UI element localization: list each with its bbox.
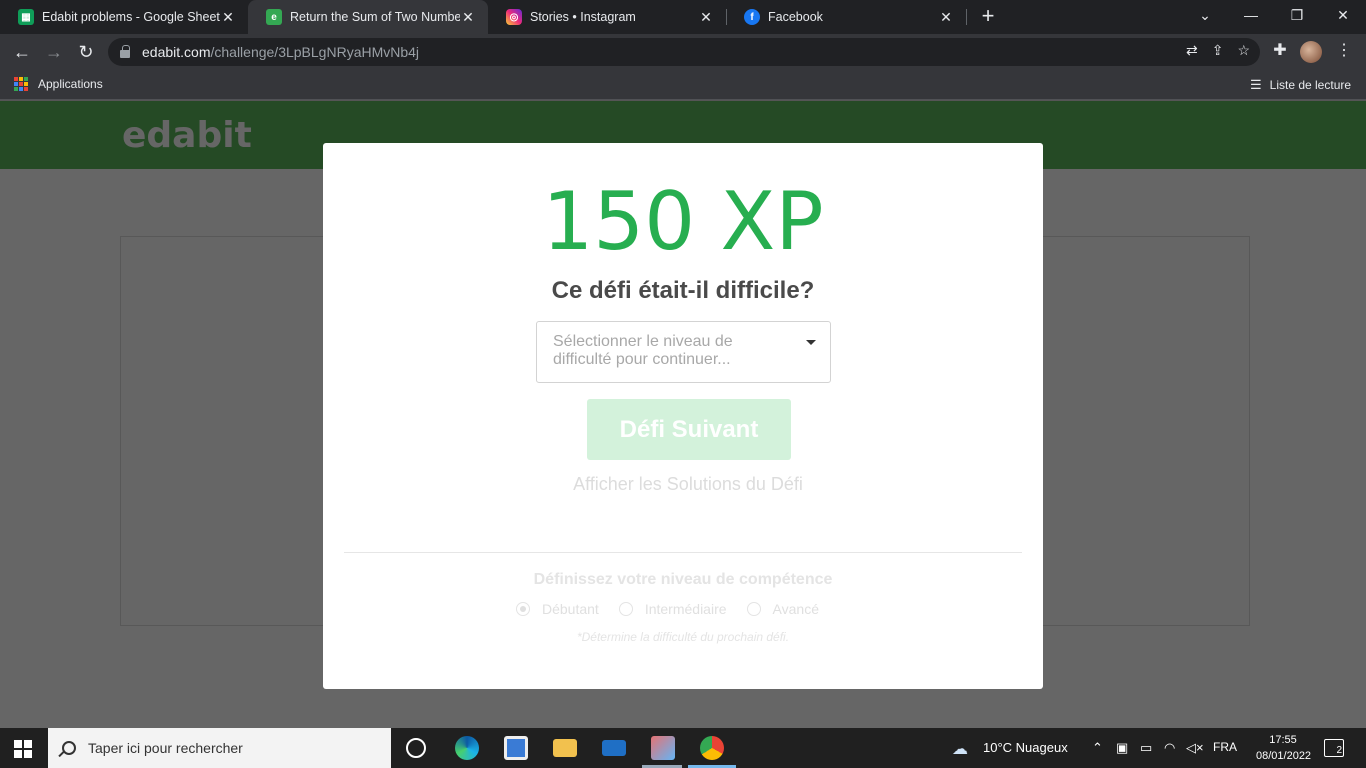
radio-indicator [516, 602, 530, 616]
radio-indicator [746, 602, 761, 616]
translate-icon[interactable]: ⇄ [1186, 42, 1198, 59]
close-tab-icon[interactable]: ✕ [938, 9, 954, 26]
edabit-icon: e [266, 9, 282, 25]
address-bar-actions: ⇄ ⇪ ☆ [1186, 42, 1250, 59]
address-bar[interactable]: edabit.com/challenge/3LpBLgNRyaHMvNb4j ⇄… [108, 38, 1260, 66]
tab-search-icon[interactable]: ⌄ [1182, 0, 1228, 30]
forward-button[interactable]: → [42, 40, 66, 64]
skill-level-title: Définissez votre niveau de compétence [533, 571, 833, 588]
reading-list-label: Liste de lecture [1269, 78, 1352, 92]
facebook-icon: f [744, 9, 760, 25]
completion-modal: 150 XP Ce défi était-il difficile? Sélec… [323, 143, 1043, 689]
difficulty-select-placeholder: Sélectionner le niveau de difficulté pou… [553, 333, 733, 368]
tab-google-sheets[interactable]: ▦ Edabit problems - Google Sheets ✕ [0, 0, 248, 34]
clock-time: 17:55 [1269, 734, 1297, 746]
bookmarks-bar: Applications ☰ Liste de lecture [0, 70, 1366, 100]
new-tab-button[interactable]: + [976, 4, 1000, 30]
tab-title: Facebook [768, 10, 823, 24]
share-icon[interactable]: ⇪ [1212, 42, 1224, 59]
google-sheets-icon: ▦ [18, 9, 34, 25]
difficulty-select[interactable]: Sélectionner le niveau de difficulté pou… [536, 321, 831, 383]
close-tab-icon[interactable]: ✕ [460, 9, 476, 26]
chevron-up-icon[interactable]: ⌃ [1092, 740, 1103, 756]
extensions-puzzle-icon[interactable]: ✚ [1268, 40, 1292, 60]
radio-intermediate[interactable]: Intermédiaire [618, 601, 727, 617]
paint-icon[interactable] [651, 736, 675, 760]
notification-center-icon[interactable]: 2 [1324, 739, 1344, 757]
tab-title: Return the Sum of Two Numbers [290, 10, 460, 24]
reading-list-icon: ☰ [1250, 77, 1262, 92]
windows-taskbar: Taper ici pour rechercher ☁ 10°C Nuageux… [0, 728, 1366, 768]
tab-strip: ▦ Edabit problems - Google Sheets ✕ e Re… [0, 0, 1366, 34]
windows-start-icon[interactable] [14, 740, 32, 758]
weather-text[interactable]: 10°C Nuageux [983, 740, 1068, 755]
profile-avatar[interactable] [1300, 41, 1322, 63]
radio-advanced[interactable]: Avancé [746, 601, 819, 617]
notification-count: 2 [1336, 745, 1342, 756]
lock-icon [120, 45, 130, 58]
instagram-icon: ◎ [506, 9, 522, 25]
radio-beginner[interactable]: Débutant [516, 601, 599, 617]
url-host: edabit.com [142, 44, 211, 60]
language-indicator[interactable]: FRA [1213, 740, 1237, 754]
cloud-icon: ☁ [952, 741, 968, 758]
chrome-icon[interactable] [700, 736, 724, 760]
apps-bookmark[interactable]: Applications [14, 77, 103, 91]
mail-icon[interactable] [602, 740, 626, 756]
maximize-button[interactable]: ❐ [1274, 0, 1320, 30]
divider [344, 552, 1022, 553]
tab-title: Stories • Instagram [530, 10, 636, 24]
apps-label: Applications [38, 77, 103, 91]
radio-indicator [618, 602, 633, 616]
tab-title: Edabit problems - Google Sheets [42, 10, 220, 24]
skill-level-radios: Débutant Intermédiaire Avancé [516, 601, 819, 617]
close-tab-icon[interactable]: ✕ [220, 9, 236, 26]
volume-muted-icon[interactable]: ◁× [1186, 740, 1204, 756]
edge-icon[interactable] [455, 736, 479, 760]
search-icon [62, 741, 76, 755]
chevron-down-icon [806, 340, 816, 345]
clock-date: 08/01/2022 [1256, 750, 1312, 762]
minimize-button[interactable]: — [1228, 0, 1274, 30]
next-challenge-button[interactable]: Défi Suivant [587, 399, 791, 460]
url-text: edabit.com/challenge/3LpBLgNRyaHMvNb4j [142, 44, 419, 60]
taskbar-search-placeholder: Taper ici pour rechercher [88, 740, 243, 756]
radio-label: Intermédiaire [644, 601, 727, 617]
radio-label: Avancé [772, 601, 819, 617]
tab-edabit[interactable]: e Return the Sum of Two Numbers ✕ [248, 0, 488, 34]
store-icon[interactable] [504, 736, 528, 760]
cortana-icon[interactable] [406, 738, 426, 758]
file-explorer-icon[interactable] [553, 739, 577, 757]
tab-separator [966, 9, 967, 25]
taskbar-search[interactable]: Taper ici pour rechercher [48, 728, 391, 768]
url-path: /challenge/3LpBLgNRyaHMvNb4j [210, 44, 420, 60]
bookmark-star-icon[interactable]: ☆ [1237, 42, 1250, 59]
clock[interactable]: 17:55 08/01/2022 [1256, 732, 1312, 764]
xp-earned: 150 XP [542, 175, 824, 268]
difficulty-question: Ce défi était-il difficile? [551, 277, 815, 304]
apps-grid-icon [14, 77, 28, 91]
tab-facebook[interactable]: f Facebook ✕ [726, 0, 966, 34]
wifi-icon[interactable]: ◠ [1164, 740, 1175, 756]
view-solutions-link[interactable]: Afficher les Solutions du Défi [323, 474, 1053, 495]
close-tab-icon[interactable]: ✕ [698, 9, 714, 26]
meet-icon[interactable]: ▣ [1116, 740, 1128, 756]
menu-kebab-icon[interactable]: ⋮ [1332, 40, 1356, 60]
back-button[interactable]: ← [10, 40, 34, 64]
close-window-button[interactable]: ✕ [1320, 0, 1366, 30]
tab-instagram[interactable]: ◎ Stories • Instagram ✕ [488, 0, 726, 34]
reading-list-button[interactable]: ☰ Liste de lecture [1250, 77, 1351, 93]
browser-toolbar: ← → ↻ edabit.com/challenge/3LpBLgNRyaHMv… [0, 34, 1366, 70]
battery-icon[interactable]: ▭ [1140, 740, 1152, 756]
reload-button[interactable]: ↻ [74, 40, 98, 64]
radio-label: Débutant [542, 601, 599, 617]
skill-level-note: *Détermine la difficulté du prochain déf… [576, 630, 790, 644]
